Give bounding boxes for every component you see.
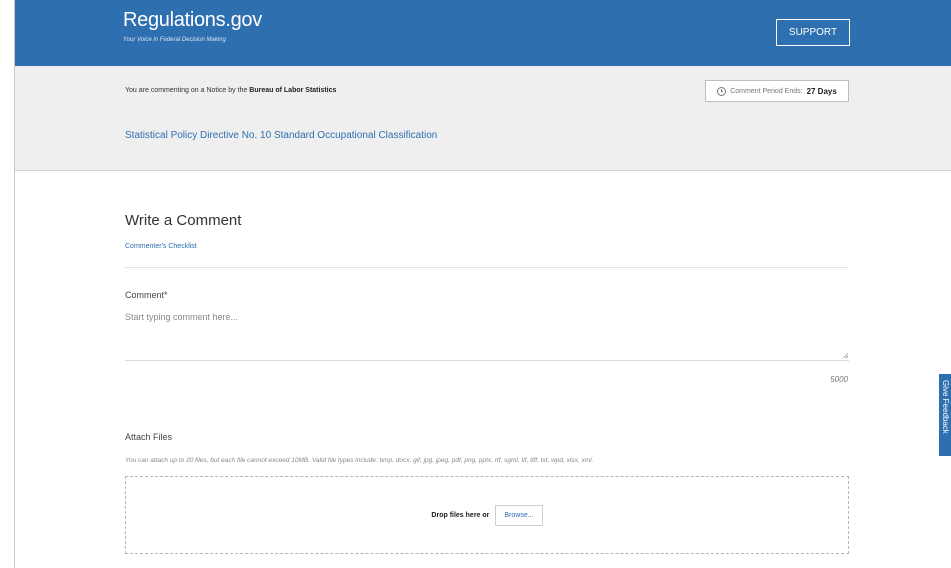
notice-prefix: You are commenting on a Notice by the — [125, 87, 248, 94]
attach-files-label: Attach Files — [125, 432, 173, 442]
comment-textarea[interactable] — [125, 312, 849, 361]
browse-button[interactable]: Browse... — [495, 505, 543, 526]
character-count: 5000 — [830, 375, 848, 384]
notice-description: You are commenting on a Notice by the Bu… — [125, 87, 336, 94]
give-feedback-tab[interactable]: Give Feedback — [939, 374, 951, 456]
support-button[interactable]: SUPPORT — [776, 19, 850, 46]
clock-icon — [717, 86, 727, 96]
logo-tagline: Your Voice in Federal Decision Making — [123, 37, 226, 43]
textarea-resize-handle[interactable] — [842, 352, 848, 358]
dropzone-content: Drop files here or Browse... — [126, 505, 848, 526]
notice-banner: You are commenting on a Notice by the Bu… — [15, 66, 951, 171]
comment-period-days: 27 Days — [806, 86, 837, 96]
drop-files-text: Drop files here or — [431, 512, 490, 519]
agency-name: Bureau of Labor Statistics — [249, 87, 337, 94]
give-feedback-label: Give Feedback — [941, 380, 950, 434]
write-comment-heading: Write a Comment — [125, 212, 242, 229]
site-header: Regulations.gov Your Voice in Federal De… — [15, 0, 951, 66]
attach-files-help: You can attach up to 20 files, but each … — [125, 457, 594, 464]
comment-period-label: Comment Period Ends: — [730, 87, 803, 95]
comment-label: Comment* — [125, 290, 168, 300]
section-divider — [125, 267, 849, 268]
file-dropzone[interactable]: Drop files here or Browse... — [125, 476, 849, 554]
site-logo[interactable]: Regulations.gov — [123, 9, 262, 32]
document-title-link[interactable]: Statistical Policy Directive No. 10 Stan… — [125, 130, 437, 141]
commenters-checklist-link[interactable]: Commenter's Checklist — [125, 243, 197, 250]
comment-period-badge: Comment Period Ends: 27 Days — [705, 80, 849, 102]
